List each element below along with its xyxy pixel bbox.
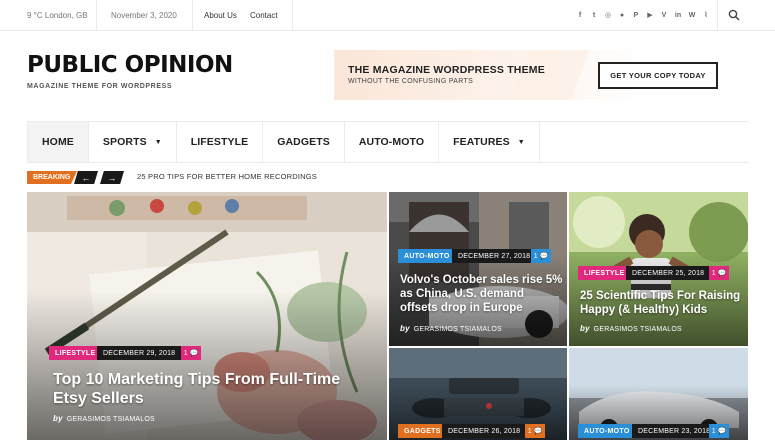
next-arrow-icon[interactable]: →: [100, 171, 124, 184]
nav-item-label: FEATURES: [453, 136, 510, 148]
post-date: DECEMBER 29, 2018: [97, 346, 186, 360]
comment-count-text: 1: [533, 252, 538, 260]
author-name[interactable]: GERASIMOS TSIAMALOS: [67, 416, 155, 423]
instagram-icon[interactable]: ◎: [604, 11, 612, 19]
post-title[interactable]: Top 10 Marketing Tips From Full-Time Ets…: [53, 370, 353, 408]
nav-item-features[interactable]: FEATURES ▼: [439, 122, 540, 162]
rss-icon[interactable]: ⌇: [702, 11, 710, 19]
nav-item-label: AUTO-MOTO: [358, 136, 425, 148]
post-author: by GERASIMOS TSIAMALOS: [400, 324, 502, 333]
weather-widget: 9 °C London, GB: [27, 0, 88, 30]
category-badge[interactable]: GADGETS: [398, 424, 447, 438]
post-date: DECEMBER 27, 2018: [452, 249, 541, 263]
prev-arrow-icon[interactable]: ←: [74, 171, 98, 184]
nav-item-label: HOME: [42, 136, 74, 148]
category-badge[interactable]: LIFESTYLE: [578, 266, 631, 280]
comment-count-text: 1: [183, 349, 188, 357]
facebook-icon[interactable]: f: [576, 12, 584, 19]
post-date: DECEMBER 23, 2018: [632, 424, 721, 438]
post-card[interactable]: AUTO-MOTO DECEMBER 27, 2018 1 💬 Volvo's …: [389, 192, 567, 346]
date-text: November 3, 2020: [111, 10, 177, 20]
featured-post-card[interactable]: LIFESTYLE DECEMBER 29, 2018 1 💬 Top 10 M…: [27, 192, 387, 440]
post-date: DECEMBER 25, 2018: [626, 266, 715, 280]
youtube-icon[interactable]: ▶: [646, 11, 654, 19]
reddit-icon[interactable]: ●: [618, 12, 626, 19]
comment-count-text: 1: [711, 427, 716, 435]
twitter-icon[interactable]: t: [590, 12, 598, 19]
author-name[interactable]: GERASIMOS TSIAMALOS: [594, 326, 682, 333]
banner-subtitle: WITHOUT THE CONFUSING PARTS: [348, 78, 474, 85]
post-title[interactable]: Volvo's October sales rise 5% as China, …: [400, 274, 564, 315]
comment-count[interactable]: 1 💬: [709, 266, 729, 280]
nav-item-sports[interactable]: SPORTS ▼: [89, 122, 177, 162]
site-logo[interactable]: PUBLIC OPINION: [27, 54, 233, 77]
divider: [96, 0, 97, 30]
post-card[interactable]: LIFESTYLE DECEMBER 25, 2018 1 💬 25 Scien…: [569, 192, 748, 346]
current-date: November 3, 2020: [111, 0, 177, 30]
about-us-link[interactable]: About Us: [204, 11, 237, 20]
main-nav: HOME SPORTS ▼ LIFESTYLE GADGETS AUTO-MOT…: [27, 121, 748, 163]
top-bar: 9 °C London, GB November 3, 2020 About U…: [0, 0, 775, 31]
caret-down-icon: ▼: [517, 138, 525, 146]
comment-count-text: 1: [527, 427, 532, 435]
comment-count[interactable]: 1 💬: [531, 249, 551, 263]
banner-title: THE MAGAZINE WORDPRESS THEME: [348, 64, 545, 76]
post-card[interactable]: AUTO-MOTO DECEMBER 23, 2018 1 💬: [569, 348, 748, 440]
nav-item-gadgets[interactable]: GADGETS: [263, 122, 345, 162]
nav-item-lifestyle[interactable]: LIFESTYLE: [177, 122, 264, 162]
search-icon[interactable]: [728, 9, 740, 21]
pinterest-icon[interactable]: P: [632, 12, 640, 19]
comment-count[interactable]: 1 💬: [709, 424, 729, 438]
by-label: by: [53, 414, 63, 423]
comment-icon: 💬: [533, 428, 543, 435]
comment-count-text: 1: [711, 269, 716, 277]
nav-item-label: LIFESTYLE: [190, 136, 249, 148]
linkedin-icon[interactable]: in: [674, 12, 682, 19]
comment-icon: 💬: [539, 253, 549, 260]
post-title[interactable]: 25 Scientific Tips For Raising Happy (& …: [580, 290, 744, 318]
nav-item-label: GADGETS: [277, 136, 330, 148]
author-name[interactable]: GERASIMOS TSIAMALOS: [414, 326, 502, 333]
post-card[interactable]: GADGETS DECEMBER 26, 2018 1 💬: [389, 348, 567, 440]
social-links: f t ◎ ● P ▶ V in W ⌇: [576, 0, 710, 30]
breaking-headline[interactable]: 25 PRO TIPS FOR BETTER HOME RECORDINGS: [137, 172, 317, 181]
wordpress-icon[interactable]: W: [688, 12, 696, 19]
nav-item-auto-moto[interactable]: AUTO-MOTO: [345, 122, 440, 162]
site-tagline: MAGAZINE THEME FOR WORDPRESS: [27, 83, 173, 90]
vimeo-icon[interactable]: V: [660, 12, 668, 19]
divider: [717, 0, 718, 30]
by-label: by: [580, 324, 590, 333]
by-label: by: [400, 324, 410, 333]
category-badge[interactable]: LIFESTYLE: [49, 346, 102, 360]
caret-down-icon: ▼: [154, 138, 162, 146]
nav-item-label: SPORTS: [102, 136, 147, 148]
divider: [192, 0, 193, 30]
category-badge[interactable]: AUTO-MOTO: [578, 424, 636, 438]
comment-count[interactable]: 1 💬: [525, 424, 545, 438]
comment-icon: 💬: [717, 270, 727, 277]
breaking-label: BREAKING: [27, 171, 77, 184]
post-author: by GERASIMOS TSIAMALOS: [580, 324, 682, 333]
post-date: DECEMBER 26, 2018: [442, 424, 531, 438]
nav-item-home[interactable]: HOME: [27, 122, 89, 162]
divider: [292, 0, 293, 30]
category-badge[interactable]: AUTO-MOTO: [398, 249, 456, 263]
post-author: by GERASIMOS TSIAMALOS: [53, 414, 155, 423]
get-copy-button[interactable]: GET YOUR COPY TODAY: [598, 62, 718, 89]
comment-icon: 💬: [189, 350, 199, 357]
contact-link[interactable]: Contact: [250, 11, 278, 20]
comment-icon: 💬: [717, 428, 727, 435]
weather-text: 9 °C London, GB: [27, 10, 88, 20]
comment-count[interactable]: 1 💬: [181, 346, 201, 360]
